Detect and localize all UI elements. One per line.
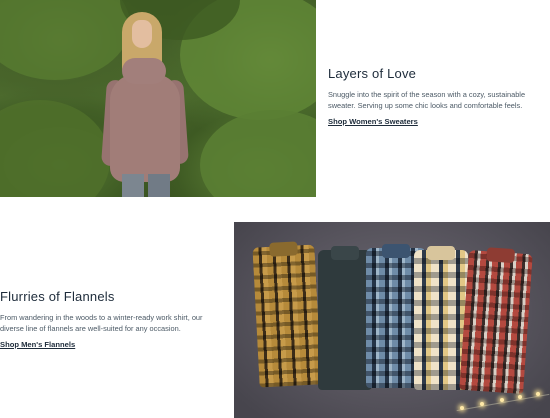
model-face xyxy=(132,20,152,48)
flannel-shirt xyxy=(252,241,322,388)
hedge-shape xyxy=(200,110,316,197)
section-heading: Flurries of Flannels xyxy=(0,289,115,304)
womens-sweater-photo[interactable] xyxy=(0,0,316,197)
section-description: From wandering in the woods to a winter-… xyxy=(0,313,203,333)
hedge-shape xyxy=(0,100,110,197)
light-bulb xyxy=(536,392,540,396)
light-bulb xyxy=(460,406,464,410)
light-wire xyxy=(456,393,550,412)
light-bulb xyxy=(518,395,522,399)
jeans xyxy=(122,174,144,197)
flannel-shirt xyxy=(318,246,372,390)
section-heading: Layers of Love xyxy=(328,66,417,81)
shirt-collar xyxy=(382,244,410,258)
jeans xyxy=(148,174,170,197)
shirt-collar xyxy=(486,247,516,264)
layers-of-love-section: Layers of Love Snuggle into the spirit o… xyxy=(328,66,538,129)
light-bulb xyxy=(480,402,484,406)
flannel-shirt xyxy=(459,247,533,395)
light-bulb xyxy=(500,398,504,402)
shop-mens-flannels-link[interactable]: Shop Men's Flannels xyxy=(0,340,75,349)
turtleneck-collar xyxy=(122,58,166,84)
model-figure xyxy=(100,8,190,197)
string-lights xyxy=(456,390,550,418)
shirt-collar xyxy=(269,241,298,257)
section-description: Snuggle into the spirit of the season wi… xyxy=(328,90,526,110)
shop-womens-sweaters-link[interactable]: Shop Women's Sweaters xyxy=(328,117,418,126)
shirt-collar xyxy=(427,246,455,260)
flurries-of-flannels-section: Flurries of Flannels From wandering in t… xyxy=(0,289,215,352)
shirt-collar xyxy=(331,246,359,260)
mens-flannels-photo[interactable] xyxy=(234,222,550,418)
sweater xyxy=(110,74,180,182)
